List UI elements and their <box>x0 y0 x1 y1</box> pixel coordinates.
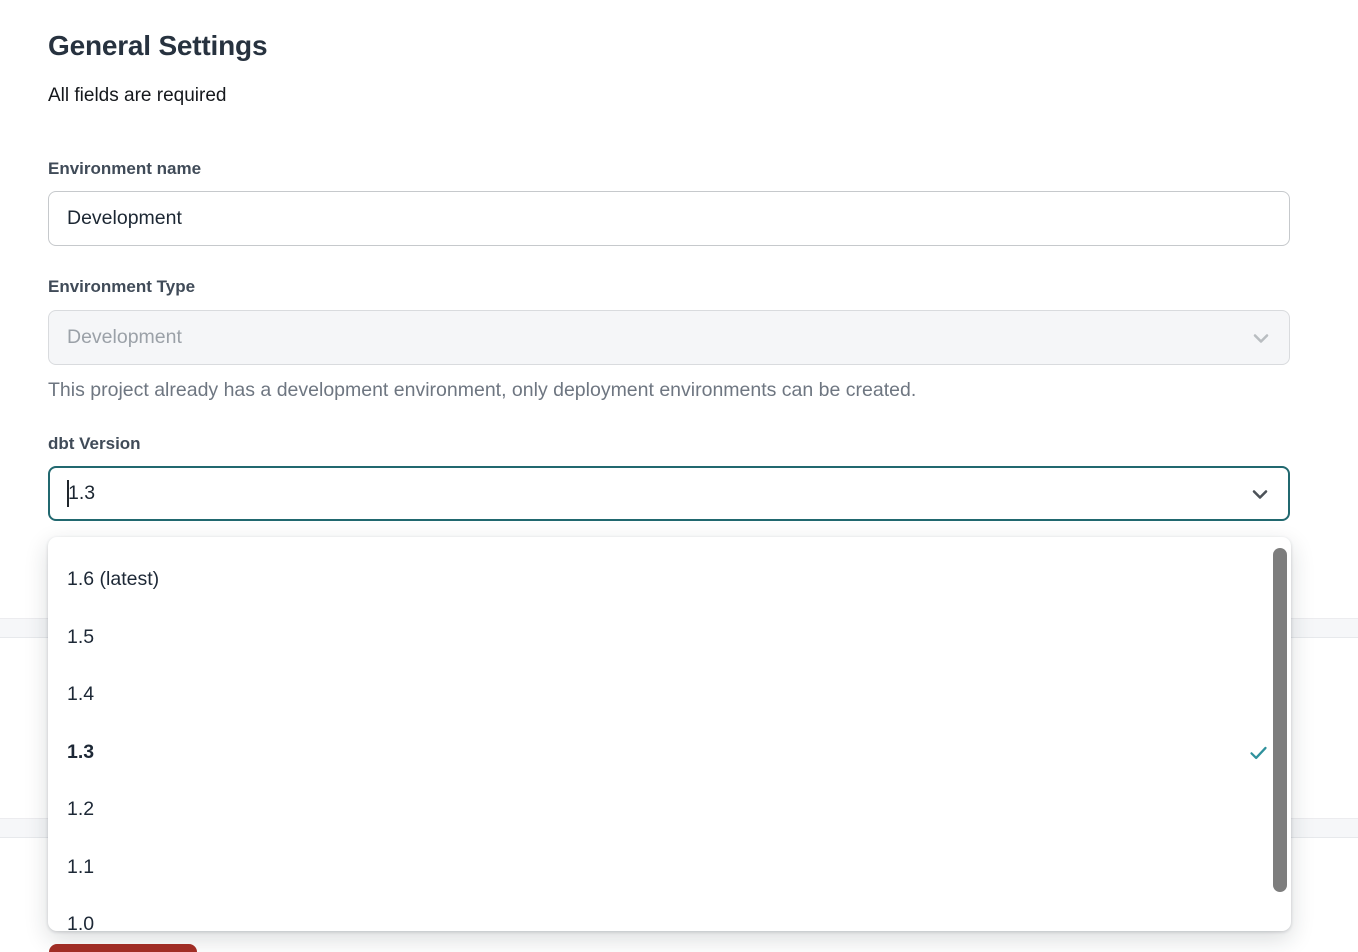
page-title: General Settings <box>48 30 267 62</box>
dbt-version-combobox[interactable]: 1.3 <box>48 466 1290 521</box>
dropdown-option[interactable]: 1.0 <box>48 896 1291 931</box>
dbt-version-dropdown: 1.6 (latest) 1.5 1.4 1.3 1.2 1.1 1.0 <box>48 537 1291 931</box>
dropdown-option[interactable]: 1.4 <box>48 666 1291 724</box>
option-label: 1.2 <box>67 798 94 821</box>
environment-settings-page: General Settings All fields are required… <box>0 0 1358 952</box>
dropdown-option[interactable]: 1.5 <box>48 609 1291 667</box>
option-label: 1.3 <box>67 741 94 764</box>
environment-type-label: Environment Type <box>48 277 195 297</box>
danger-button[interactable] <box>49 944 197 952</box>
dropdown-options-list: 1.6 (latest) 1.5 1.4 1.3 1.2 1.1 1.0 <box>48 551 1291 931</box>
environment-name-input[interactable] <box>48 191 1290 246</box>
option-label: 1.0 <box>67 913 94 931</box>
dropdown-option[interactable]: 1.6 (latest) <box>48 551 1291 609</box>
dropdown-scrollbar-thumb[interactable] <box>1273 548 1287 892</box>
check-icon <box>1248 742 1269 763</box>
dropdown-option-selected[interactable]: 1.3 <box>48 724 1291 782</box>
dbt-version-label: dbt Version <box>48 434 141 454</box>
page-subtitle: All fields are required <box>48 85 226 107</box>
chevron-down-icon[interactable] <box>1248 482 1272 506</box>
dropdown-option[interactable]: 1.2 <box>48 781 1291 839</box>
dbt-version-value: 1.3 <box>68 482 95 505</box>
environment-type-select: Development <box>48 310 1290 365</box>
dropdown-option[interactable]: 1.1 <box>48 839 1291 897</box>
option-label: 1.4 <box>67 683 94 706</box>
environment-name-label: Environment name <box>48 159 201 179</box>
chevron-down-icon <box>1249 326 1273 350</box>
option-label: 1.6 (latest) <box>67 568 159 591</box>
environment-type-helper-text: This project already has a development e… <box>48 379 916 402</box>
environment-type-value: Development <box>67 326 182 349</box>
option-label: 1.1 <box>67 856 94 879</box>
option-label: 1.5 <box>67 626 94 649</box>
